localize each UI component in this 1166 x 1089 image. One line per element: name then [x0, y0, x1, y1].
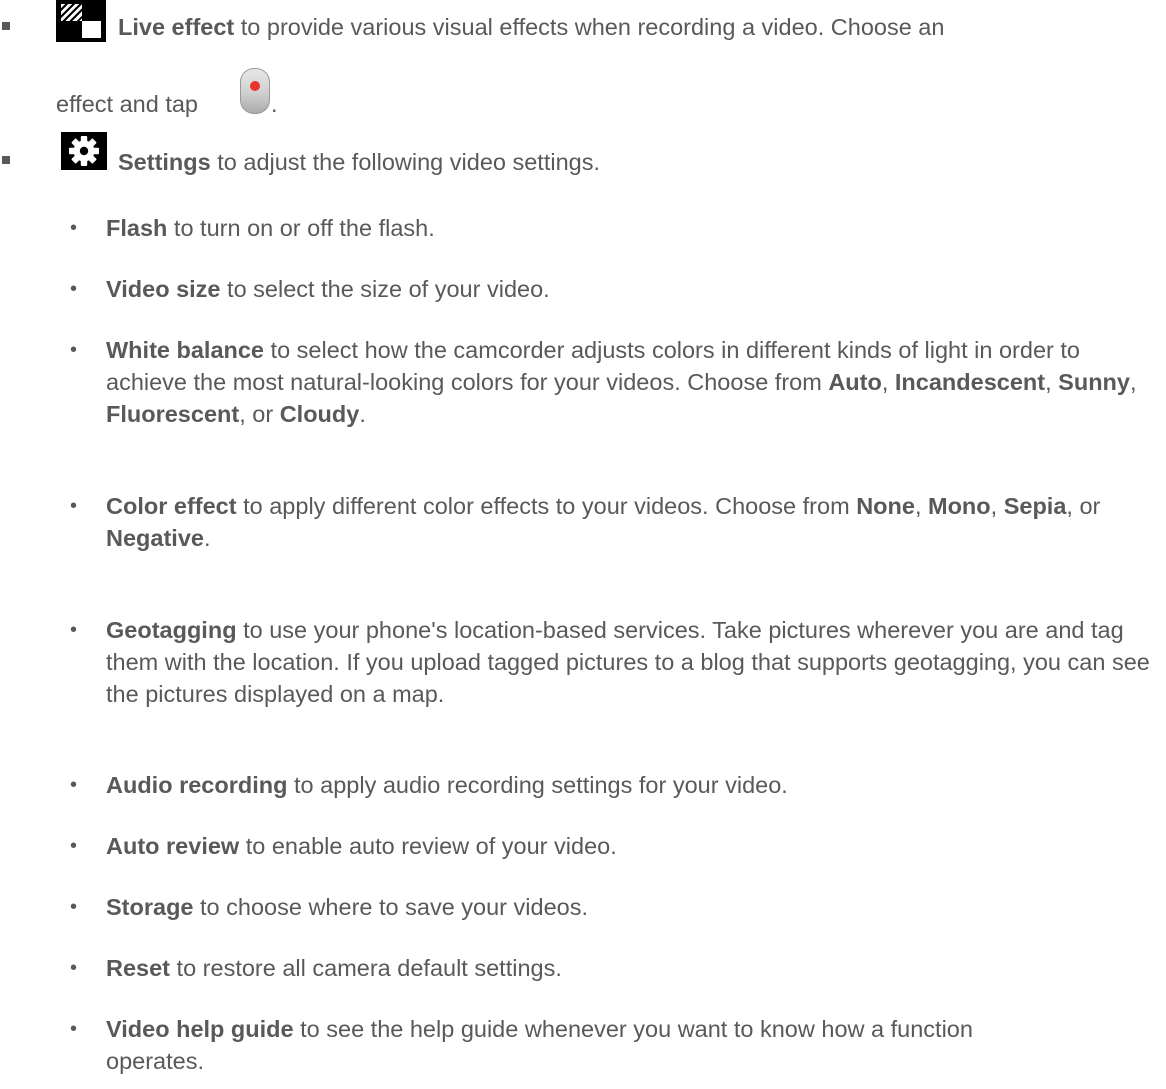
color-effect-item: Color effect to apply different color ef… [106, 493, 1101, 551]
bullet: • [70, 835, 78, 857]
live-effect-icon [56, 0, 106, 42]
live-effect-line-2: effect and tap [56, 91, 198, 117]
live-effect-title: Live effect [118, 14, 235, 40]
audio-recording-item: Audio recording to apply audio recording… [106, 772, 788, 798]
bullet: • [70, 957, 78, 979]
video-help-guide-item: Video help guide to see the help guide w… [106, 1016, 973, 1074]
bullet: • [70, 278, 78, 300]
bullet: • [70, 896, 78, 918]
gear-icon [61, 132, 107, 170]
reset-item: Reset to restore all camera default sett… [106, 955, 562, 981]
geotagging-item: Geotagging to use your phone's location-… [106, 617, 1150, 707]
bullet: • [70, 619, 78, 641]
bullet: • [70, 339, 78, 361]
storage-item: Storage to choose where to save your vid… [106, 894, 588, 920]
bullet: • [70, 774, 78, 796]
white-balance-item: White balance to select how the camcorde… [106, 337, 1137, 427]
video-size-item: Video size to select the size of your vi… [106, 276, 550, 302]
bullet: • [70, 495, 78, 517]
bullet: • [70, 1018, 78, 1040]
auto-review-item: Auto review to enable auto review of you… [106, 833, 617, 859]
flash-item: Flash to turn on or off the flash. [106, 215, 435, 241]
square-bullet [2, 22, 10, 30]
settings-line: Settings to adjust the following video s… [118, 149, 601, 175]
square-bullet [2, 156, 10, 164]
live-effect-line-1: Live effect to provide various visual ef… [118, 14, 945, 40]
record-button-icon [240, 68, 270, 114]
settings-title: Settings [118, 149, 211, 175]
bullet: • [70, 217, 78, 239]
